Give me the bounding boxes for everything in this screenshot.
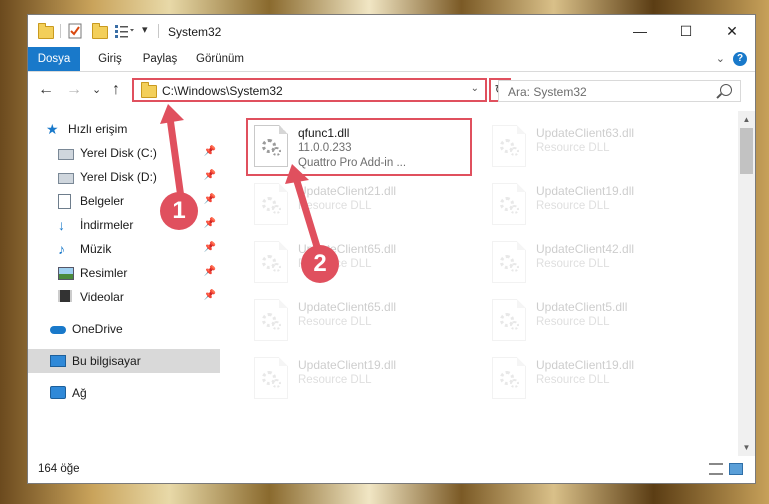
- arrow-head-1: [160, 104, 184, 124]
- arrow-to-file: [292, 174, 322, 254]
- arrow-head-2: [285, 164, 309, 184]
- step-badge-2: 2: [301, 245, 339, 283]
- annotation-arrows: [160, 104, 322, 254]
- step-badge-1: 1: [160, 192, 198, 230]
